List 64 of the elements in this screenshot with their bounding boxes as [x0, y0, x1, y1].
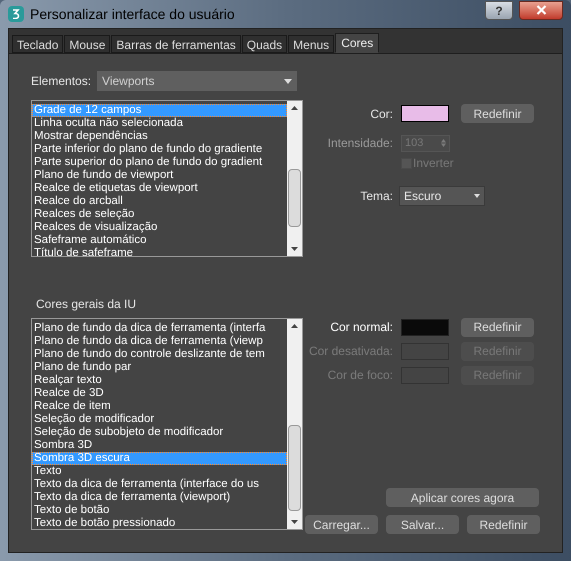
window-title: Personalizar interface do usuário — [30, 4, 236, 24]
scroll-up-icon[interactable] — [291, 106, 298, 110]
list-item[interactable]: Plano de fundo de viewport — [32, 169, 287, 182]
list-item[interactable]: Texto de botão pressionado — [32, 517, 287, 529]
scroll-down-icon[interactable] — [291, 520, 298, 524]
list-item[interactable]: Realce de etiquetas de viewport — [32, 182, 287, 195]
scrollbar[interactable] — [287, 101, 302, 256]
list-item[interactable]: Texto — [32, 465, 287, 478]
color-label: Cor normal: — [329, 319, 393, 336]
close-button[interactable] — [519, 0, 563, 20]
app-icon — [8, 6, 24, 22]
tab[interactable]: Teclado — [12, 35, 64, 53]
list-item[interactable]: Safeframe automático — [32, 234, 287, 247]
list-item[interactable]: Realce do arcball — [32, 195, 287, 208]
footer-button[interactable]: Salvar... — [386, 515, 459, 534]
footer-button[interactable]: Redefinir — [467, 515, 540, 534]
section-title: Cores gerais da IU — [36, 296, 138, 313]
color-label: Cor: — [369, 106, 393, 122]
caret-icon — [284, 78, 292, 84]
list-item[interactable]: Sombra 3D — [32, 439, 287, 452]
list-item[interactable]: Seleção de modificador — [32, 413, 287, 426]
color-swatch[interactable] — [401, 318, 449, 336]
tab[interactable]: Mouse — [64, 35, 110, 53]
caret-icon — [474, 194, 480, 198]
theme-dropdown[interactable]: Escuro — [399, 186, 485, 206]
tab[interactable]: Menus — [288, 35, 334, 53]
tab[interactable]: Quads — [242, 35, 288, 53]
elements-list[interactable] — [31, 100, 303, 257]
close-icon — [536, 5, 546, 15]
intensity-label: Intensidade: — [326, 135, 393, 152]
list-item[interactable]: Seleção de subobjeto de modificador — [32, 426, 287, 439]
reset-button[interactable]: Redefinir — [461, 318, 534, 336]
list-item[interactable]: Mostrar dependências — [32, 130, 287, 143]
tab[interactable]: Cores — [335, 33, 380, 53]
list-item[interactable]: Plano de fundo da dica de ferramenta (viewp — [32, 335, 287, 348]
color-swatch[interactable] — [401, 105, 449, 122]
spinner-arrows-icon — [441, 139, 446, 147]
reset-button[interactable]: Redefinir — [461, 104, 534, 123]
scrollbar[interactable] — [287, 319, 302, 529]
list-item[interactable]: Linha oculta não selecionada — [32, 117, 287, 130]
list-item[interactable]: Realce de 3D — [32, 387, 287, 400]
scroll-down-icon[interactable] — [291, 247, 298, 251]
list-item[interactable]: Parte superior do plano de fundo do gradient — [32, 156, 287, 169]
tab[interactable]: Barras de ferramentas — [111, 35, 241, 53]
list-item[interactable]: Realçar texto — [32, 374, 287, 387]
list-item[interactable]: Plano de fundo do controle deslizante de tem — [32, 348, 287, 361]
general-colors-list[interactable] — [31, 318, 303, 530]
elements-dropdown[interactable]: Viewports — [97, 71, 298, 91]
footer-button[interactable]: Carregar... — [305, 515, 378, 534]
apply-colors-button[interactable]: Aplicar cores agora — [386, 488, 539, 507]
list-item[interactable]: Texto da dica de ferramenta (interface do us — [32, 478, 287, 491]
list-item[interactable]: Título de safeframe — [32, 247, 287, 256]
list-item[interactable]: Realces de visualização — [32, 221, 287, 234]
theme-label: Tema: — [359, 188, 393, 205]
list-item[interactable]: Texto da dica de ferramenta (viewport) — [32, 491, 287, 504]
list-item[interactable]: Parte inferior do plano de fundo do gradiente — [32, 143, 287, 156]
scroll-up-icon[interactable] — [291, 324, 298, 328]
elements-label: Elementos: — [31, 73, 92, 90]
list-item[interactable]: Texto de botão — [32, 504, 287, 517]
list-item[interactable]: Plano de fundo da dica de ferramenta (interfa — [32, 322, 287, 335]
list-item[interactable]: Realce de item — [32, 400, 287, 413]
help-button[interactable]: ? — [485, 0, 513, 20]
list-item[interactable]: Plano de fundo par — [32, 361, 287, 374]
list-item[interactable]: Realces de seleção — [32, 208, 287, 221]
